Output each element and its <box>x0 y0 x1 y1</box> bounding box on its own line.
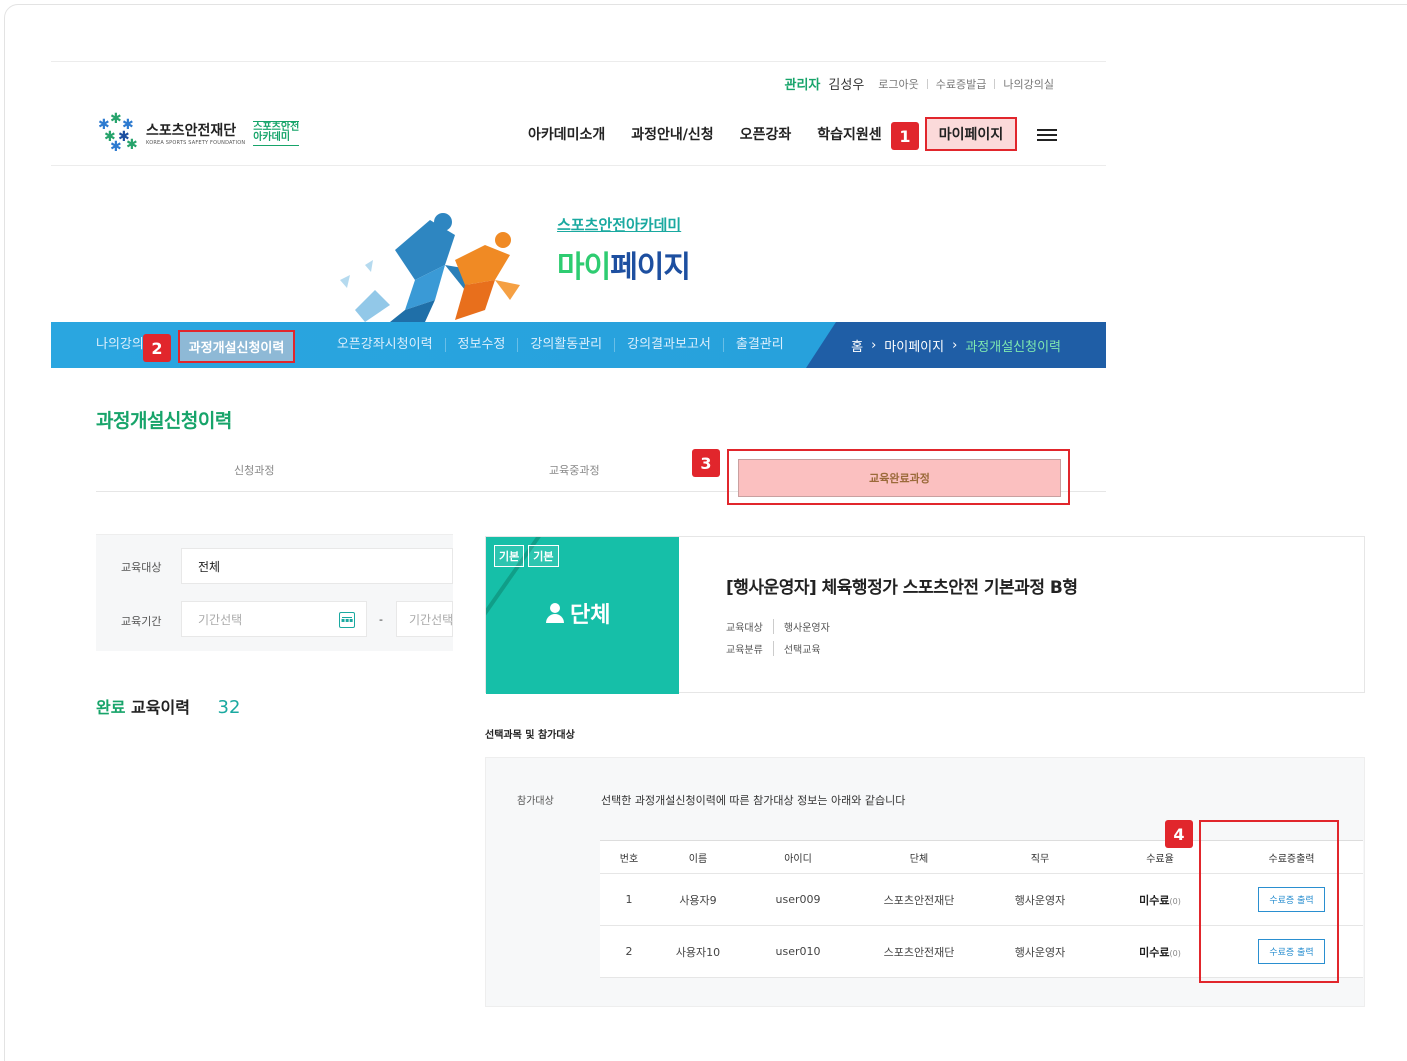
search-filter: 교육대상 전체 교육기간 기간선택 - 기간선택 <box>96 534 453 651</box>
breadcrumb-mypage[interactable]: 마이페이지 <box>884 336 944 355</box>
divider <box>994 78 996 89</box>
course-chip: 기본 <box>528 545 559 567</box>
logout-link[interactable]: 로그아웃 <box>878 76 918 92</box>
lnb-lecture-report[interactable]: 강의결과보고서 <box>615 338 724 352</box>
participants-label: 참가대상 <box>517 796 554 807</box>
course-title: [행사운영자] 체육행정가 스포츠안전 기본과정 B형 <box>726 578 1078 598</box>
lnb-open-course-history[interactable]: 오픈강좌시청이력 <box>325 338 446 352</box>
logo-academy: 스포츠안전 아카데미 <box>253 120 300 146</box>
annotation-badge-3: 3 <box>692 449 720 477</box>
divider <box>926 78 928 89</box>
nav-mypage[interactable]: 마이페이지 <box>925 117 1017 151</box>
cell-id: user009 <box>738 873 858 926</box>
chevron-right-icon: › <box>871 337 877 353</box>
lnb-edit-info[interactable]: 정보수정 <box>446 338 519 352</box>
meta-value: 선택교육 <box>783 645 821 656</box>
tab-applied-courses[interactable]: 신청과정 <box>234 462 274 478</box>
cell-name: 사용자9 <box>658 873 738 926</box>
target-label: 교육대상 <box>121 561 162 574</box>
calendar-icon[interactable] <box>339 612 355 628</box>
logo-name-en: KOREA SPORTS SAFETY FOUNDATION <box>146 140 246 146</box>
annotation-badge-2: 2 <box>143 334 171 362</box>
nav-academy-intro[interactable]: 아카데미소개 <box>528 124 605 144</box>
chevron-right-icon: › <box>952 337 958 353</box>
hero-title: 마이페이지 <box>557 242 691 286</box>
cell-org: 스포츠안전재단 <box>858 925 980 978</box>
course-chip: 기본 <box>494 545 525 567</box>
logo-academy-line2: 아카데미 <box>253 132 291 143</box>
group-type: 단체 <box>546 597 610 629</box>
hero-title-part1: 마이 <box>557 250 611 285</box>
col-id: 아이디 <box>738 840 858 874</box>
target-select[interactable]: 전체 <box>181 548 453 584</box>
nav-learning-support[interactable]: 학습지원센 <box>817 124 881 144</box>
status-text: 미수료 <box>1139 893 1170 907</box>
nav-course-guide[interactable]: 과정안내/신청 <box>631 124 713 144</box>
person-icon <box>546 603 564 623</box>
participants-section-label: 선택과목 및 참가대상 <box>485 730 575 741</box>
breadcrumb-current: 과정개설신청이력 <box>965 339 1061 355</box>
col-org: 단체 <box>858 840 980 874</box>
participants-description: 선택한 과정개설신청이력에 따른 참가대상 정보는 아래와 같습니다 <box>601 794 906 807</box>
top-divider <box>51 61 1106 62</box>
course-meta-category: 교육분류 선택교육 <box>726 641 821 656</box>
nav-open-course[interactable]: 오픈강좌 <box>740 124 792 144</box>
period-label: 교육기간 <box>121 615 162 628</box>
hero-title-part2: 페이지 <box>610 250 691 285</box>
breadcrumb-home[interactable]: 홈 <box>851 336 863 355</box>
status-rate: (0) <box>1169 896 1181 906</box>
tab-in-progress-courses[interactable]: 교육중과정 <box>549 462 600 478</box>
breadcrumb: 홈 › 마이페이지 › 과정개설신청이력 <box>851 322 1061 368</box>
count-label: 교육이력 <box>131 698 190 717</box>
my-classroom-link[interactable]: 나의강의실 <box>1003 76 1054 92</box>
cell-number: 1 <box>600 873 658 926</box>
site-logo[interactable]: ✱ ✱ ✱ ✱ ✱ ✱ ✱ 스포츠안전재단 KOREA SPORTS SAFET… <box>96 111 300 155</box>
course-card[interactable]: 기본 기본 단체 [행사운영자] 체육행정가 스포츠안전 기본과정 B형 교육대… <box>485 536 1365 694</box>
header-divider <box>51 165 1106 166</box>
hamburger-menu-icon[interactable] <box>1037 127 1057 143</box>
status-rate: (0) <box>1169 948 1181 958</box>
meta-value: 행사운영자 <box>783 623 830 634</box>
tab-completed-courses[interactable]: 교육완료과정 <box>738 459 1061 497</box>
cell-number: 2 <box>600 925 658 978</box>
lnb-course-application-history[interactable]: 과정개설신청이력 <box>178 330 295 363</box>
utility-bar: 관리자 김성우 로그아웃 수료증발급 나의강의실 <box>784 74 1054 94</box>
logo-stars-icon: ✱ ✱ ✱ ✱ ✱ ✱ ✱ <box>98 111 138 155</box>
annotation-badge-1: 1 <box>891 122 919 150</box>
count-value: 32 <box>217 697 241 718</box>
page-title: 과정개설신청이력 <box>96 410 232 432</box>
course-card-thumbnail: 기본 기본 단체 <box>486 537 679 694</box>
main-navigation: 아카데미소개 과정안내/신청 오픈강좌 학습지원센 <box>528 124 882 144</box>
highlight-box <box>1199 820 1339 983</box>
annotation-badge-4: 4 <box>1165 820 1193 848</box>
cell-org: 스포츠안전재단 <box>858 873 980 926</box>
meta-key: 교육대상 <box>726 619 774 634</box>
cell-role: 행사운영자 <box>980 925 1100 978</box>
runners-illustration <box>340 213 520 322</box>
cell-role: 행사운영자 <box>980 873 1100 926</box>
completed-count: 완료 교육이력 32 <box>96 694 240 718</box>
col-name: 이름 <box>658 840 738 874</box>
group-label: 단체 <box>570 603 611 628</box>
hero-subtitle: 스포츠안전아카데미 <box>557 216 682 234</box>
lnb-attendance[interactable]: 출결관리 <box>724 338 796 352</box>
col-number: 번호 <box>600 840 658 874</box>
course-meta-target: 교육대상 행사운영자 <box>726 619 830 634</box>
logo-name: 스포츠안전재단 <box>146 123 237 139</box>
role-label: 관리자 <box>784 78 821 93</box>
lnb-lecture-activity[interactable]: 강의활동관리 <box>518 338 616 352</box>
meta-key: 교육분류 <box>726 641 774 656</box>
count-prefix: 완료 <box>96 698 126 717</box>
cell-name: 사용자10 <box>658 925 738 978</box>
end-date-input[interactable]: 기간선택 <box>396 601 453 637</box>
col-role: 직무 <box>980 840 1100 874</box>
date-dash: - <box>379 613 383 626</box>
user-name: 김성우 <box>828 78 865 93</box>
certificate-link[interactable]: 수료증발급 <box>936 76 987 92</box>
cell-id: user010 <box>738 925 858 978</box>
status-text: 미수료 <box>1139 945 1170 959</box>
